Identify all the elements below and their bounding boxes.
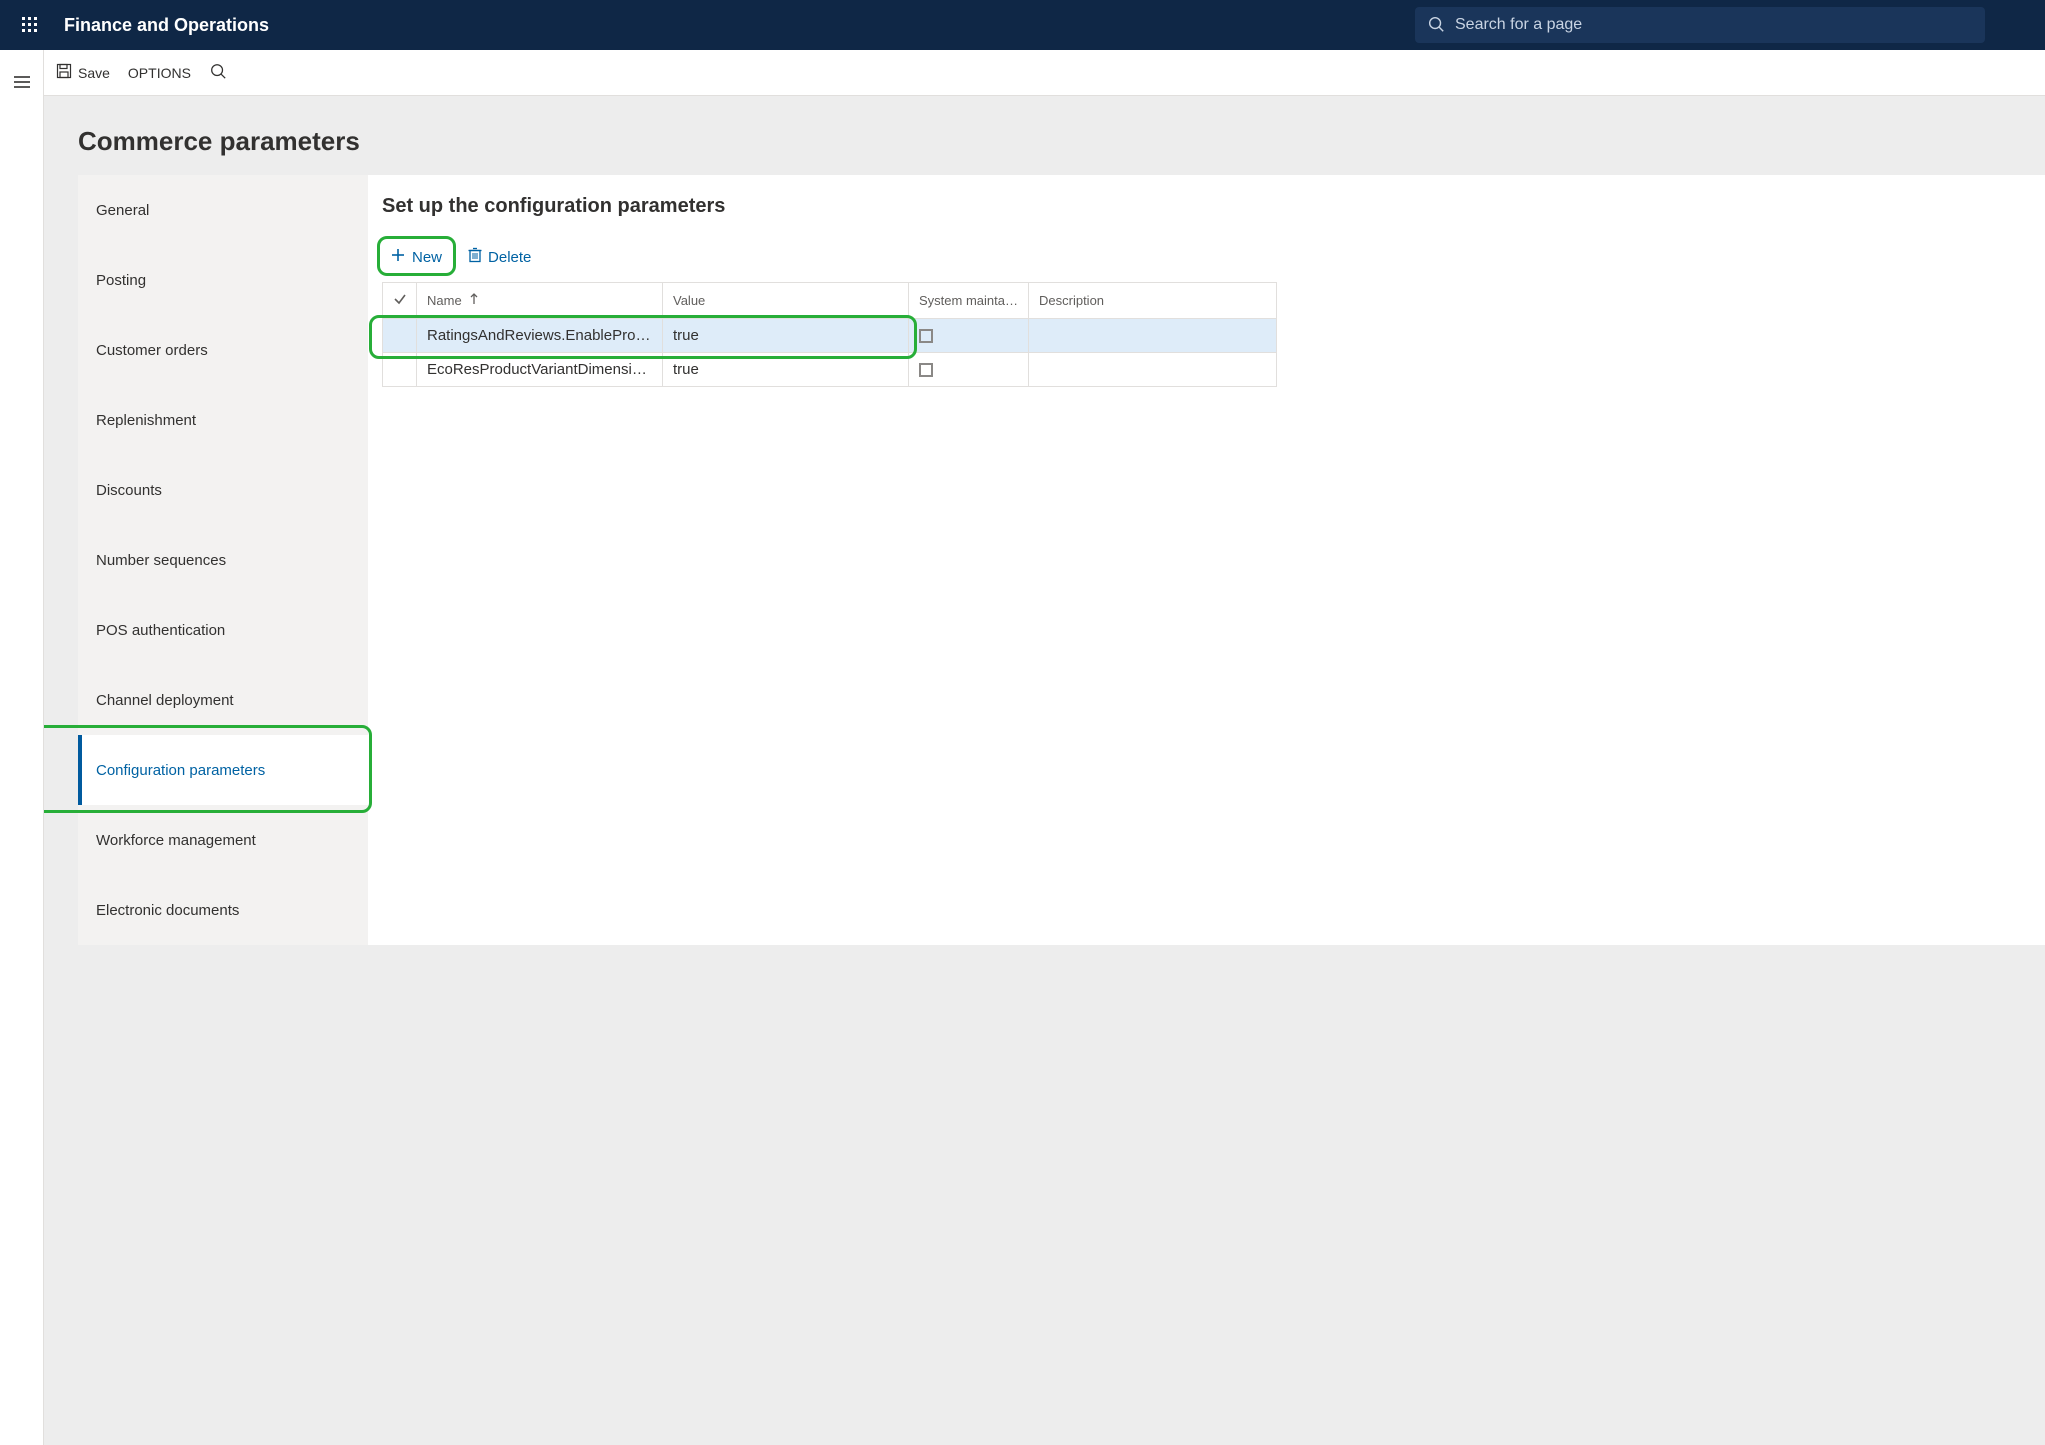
sidebar-item-replenishment[interactable]: Replenishment (78, 385, 368, 455)
row-select-cell[interactable] (383, 353, 417, 387)
global-header: Finance and Operations (0, 0, 2045, 50)
delete-label: Delete (488, 249, 531, 266)
sidebar-item-channel-deployment[interactable]: Channel deployment (78, 665, 368, 735)
table-row[interactable]: RatingsAndReviews.EnableProd...true (383, 319, 1277, 353)
sidebar-item-discounts[interactable]: Discounts (78, 455, 368, 525)
save-label: Save (78, 65, 110, 81)
new-label: New (412, 249, 442, 266)
delete-button[interactable]: Delete (460, 242, 539, 272)
table-row[interactable]: EcoResProductVariantDimensio...true (383, 353, 1277, 387)
col-desc-label: Description (1039, 293, 1104, 308)
save-icon (56, 63, 72, 82)
hamburger-icon[interactable] (0, 60, 44, 104)
app-launcher-icon[interactable] (10, 5, 50, 45)
col-value-label: Value (673, 293, 705, 308)
plus-icon (390, 247, 406, 267)
col-name-label: Name (427, 293, 462, 308)
sidebar-item-configuration-parameters[interactable]: Configuration parameters (78, 735, 368, 805)
sidebar-item-general[interactable]: General (78, 175, 368, 245)
content-area: Commerce parameters GeneralPostingCustom… (44, 96, 2045, 1445)
grid-header-select[interactable] (383, 283, 417, 319)
search-icon (1427, 15, 1445, 36)
grid-header-description[interactable]: Description (1029, 283, 1277, 319)
grid-header-value[interactable]: Value (663, 283, 909, 319)
nav-rail (0, 50, 44, 1445)
cell-system[interactable] (909, 353, 1029, 387)
cell-name[interactable]: EcoResProductVariantDimensio... (417, 353, 663, 387)
cell-description[interactable] (1029, 353, 1277, 387)
cell-name[interactable]: RatingsAndReviews.EnableProd... (417, 319, 663, 353)
sidebar-item-workforce-management[interactable]: Workforce management (78, 805, 368, 875)
sidebar-item-electronic-documents[interactable]: Electronic documents (78, 875, 368, 945)
grid-toolbar: New Delete (382, 242, 2031, 272)
cell-system[interactable] (909, 319, 1029, 353)
cell-description[interactable] (1029, 319, 1277, 353)
checkbox-icon[interactable] (919, 329, 933, 343)
config-panel: Set up the configuration parameters New (368, 175, 2045, 945)
grid-header-system[interactable]: System maintai... (909, 283, 1029, 319)
app-title: Finance and Operations (64, 15, 269, 36)
grid-header-name[interactable]: Name (417, 283, 663, 319)
sidebar-item-number-sequences[interactable]: Number sequences (78, 525, 368, 595)
cell-value[interactable]: true (663, 319, 909, 353)
grid-header-row: Name Value System maintai... Description (383, 283, 1277, 319)
cell-value[interactable]: true (663, 353, 909, 387)
checkbox-icon[interactable] (919, 363, 933, 377)
sidebar-item-posting[interactable]: Posting (78, 245, 368, 315)
trash-icon (468, 247, 482, 267)
panel-title: Set up the configuration parameters (382, 195, 2031, 218)
sidebar-item-pos-authentication[interactable]: POS authentication (78, 595, 368, 665)
sidebar-item-customer-orders[interactable]: Customer orders (78, 315, 368, 385)
row-select-cell[interactable] (383, 319, 417, 353)
global-search-input[interactable] (1455, 16, 1973, 34)
new-button[interactable]: New (382, 242, 450, 272)
page-search-icon[interactable] (209, 62, 227, 83)
options-button[interactable]: OPTIONS (128, 65, 191, 81)
col-system-label: System maintai... (919, 293, 1019, 308)
global-search-box[interactable] (1415, 7, 1985, 43)
config-grid: Name Value System maintai... Description (382, 282, 1277, 387)
global-search (1415, 7, 1985, 43)
sort-asc-icon (469, 293, 479, 308)
action-bar: Save OPTIONS (44, 50, 2045, 96)
options-label: OPTIONS (128, 65, 191, 81)
page-title: Commerce parameters (44, 96, 2045, 175)
parameters-sidebar: GeneralPostingCustomer ordersReplenishme… (78, 175, 368, 945)
save-button[interactable]: Save (56, 63, 110, 82)
